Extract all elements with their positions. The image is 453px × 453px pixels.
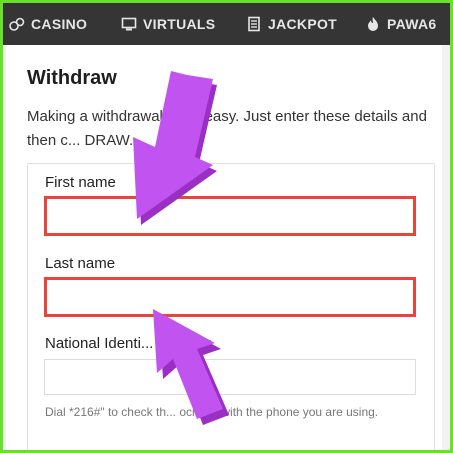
hint-text: Dial *216#" to check th... ociated with … [45,405,379,419]
nav-label-casino: CASINO [31,16,88,32]
flame-icon [365,16,381,32]
nav-item-pawa6[interactable]: PAWA6 [365,3,436,45]
nav-label-virtuals: VIRTUALS [143,16,216,32]
nav-label-pawa6: PAWA6 [387,16,437,32]
nav-item-casino[interactable]: CASINO [9,3,87,45]
national-id-field[interactable] [44,359,416,395]
screenshot-frame: CASINO VIRTUALS JACKPOT PAWA6 Withdraw M… [0,0,453,453]
withdraw-form: First name Last name National Identi... … [27,163,435,450]
withdraw-page: Withdraw Making a withdrawal ... nd easy… [6,45,442,450]
monitor-icon [121,16,137,32]
intro-text: Making a withdrawal ... nd easy. Just en… [27,108,427,149]
last-name-label: Last name [45,255,116,272]
first-name-label: First name [45,174,116,191]
top-navigation: CASINO VIRTUALS JACKPOT PAWA6 [3,3,450,45]
dice-icon [9,16,25,32]
nav-item-virtuals[interactable]: VIRTUALS [121,3,215,45]
first-name-field[interactable] [44,196,416,236]
last-name-field[interactable] [44,277,416,317]
list-icon [246,16,262,32]
page-title: Withdraw [27,67,117,89]
nav-label-jackpot: JACKPOT [268,16,337,32]
nav-item-jackpot[interactable]: JACKPOT [246,3,337,45]
national-id-label: National Identi... Number [45,335,211,352]
